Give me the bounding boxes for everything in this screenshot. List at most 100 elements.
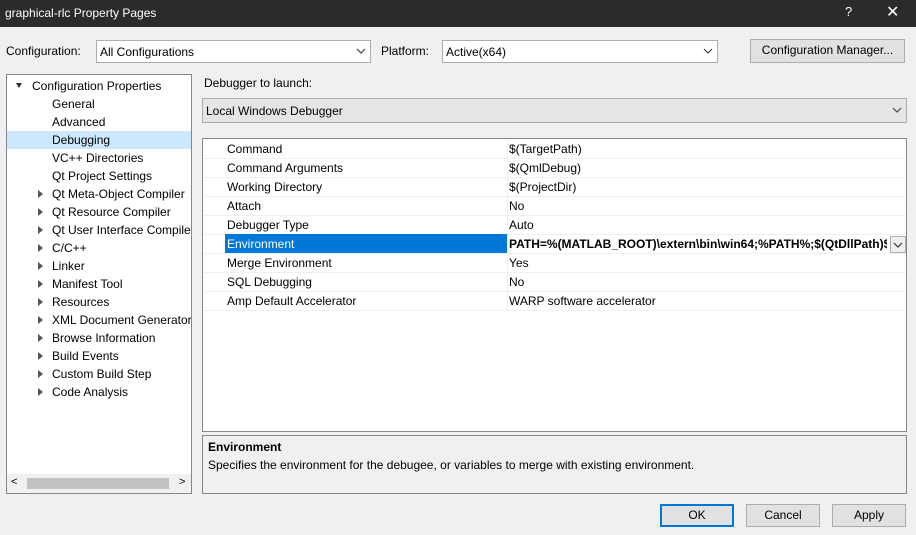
chevron-down-icon — [888, 99, 906, 122]
tree-item-label: Advanced — [52, 115, 106, 129]
property-value[interactable]: $(TargetPath) — [509, 142, 582, 156]
collapsed-triangle-icon[interactable] — [38, 388, 43, 396]
property-row[interactable]: Attach No — [203, 196, 906, 216]
property-value[interactable]: PATH=%(MATLAB_ROOT)\extern\bin\win64;%PA… — [509, 237, 887, 251]
property-row[interactable]: Working Directory $(ProjectDir) — [203, 177, 906, 197]
tree-horizontal-scrollbar[interactable]: < > — [7, 474, 191, 493]
scroll-left-arrow-icon[interactable]: < — [11, 476, 17, 488]
collapsed-triangle-icon[interactable] — [38, 334, 43, 342]
ok-button[interactable]: OK — [660, 504, 734, 527]
property-name: Merge Environment — [227, 256, 332, 270]
property-row[interactable]: Merge Environment Yes — [203, 253, 906, 273]
collapsed-triangle-icon[interactable] — [38, 316, 43, 324]
chevron-down-icon — [352, 41, 370, 62]
tree-item-vc-directories[interactable]: VC++ Directories — [7, 149, 191, 167]
tree-item-linker[interactable]: Linker — [7, 257, 191, 275]
tree-item-label: Build Events — [52, 349, 119, 363]
property-row[interactable]: SQL Debugging No — [203, 272, 906, 292]
tree-item-qt-user-interface-compiler[interactable]: Qt User Interface Compiler — [7, 221, 191, 239]
tree-item-qt-resource-compiler[interactable]: Qt Resource Compiler — [7, 203, 191, 221]
property-name: Command Arguments — [227, 161, 344, 175]
tree-item-label: Linker — [52, 259, 85, 273]
property-row[interactable]: Amp Default Accelerator WARP software acc… — [203, 291, 906, 311]
property-name: Amp Default Accelerator — [227, 294, 357, 308]
tree-item-c-c[interactable]: C/C++ — [7, 239, 191, 257]
description-title: Environment — [208, 440, 282, 454]
property-row[interactable]: Environment PATH=%(MATLAB_ROOT)\extern\bi… — [203, 234, 906, 254]
property-row[interactable]: Debugger Type Auto — [203, 215, 906, 235]
property-name: Environment — [227, 237, 295, 251]
tree-item-label: Qt User Interface Compiler — [52, 223, 192, 237]
tree-item-label: Manifest Tool — [52, 277, 123, 291]
tree-item-qt-project-settings[interactable]: Qt Project Settings — [7, 167, 191, 185]
tree-item-build-events[interactable]: Build Events — [7, 347, 191, 365]
cancel-button[interactable]: Cancel — [746, 504, 820, 527]
property-value[interactable]: No — [509, 275, 524, 289]
property-row[interactable]: Command $(TargetPath) — [203, 139, 906, 159]
description-text: Specifies the environment for the debuge… — [208, 458, 695, 472]
property-name: Command — [227, 142, 283, 156]
tree-root-configuration-properties[interactable]: Configuration Properties — [7, 77, 191, 95]
chevron-down-icon — [893, 242, 903, 248]
tree-item-label: Browse Information — [52, 331, 156, 345]
description-panel: Environment Specifies the environment fo… — [202, 435, 907, 494]
tree-item-qt-meta-object-compiler[interactable]: Qt Meta-Object Compiler — [7, 185, 191, 203]
tree-item-label: Qt Project Settings — [52, 169, 153, 183]
debugger-value: Local Windows Debugger — [206, 104, 343, 118]
tree-item-browse-information[interactable]: Browse Information — [7, 329, 191, 347]
close-button[interactable]: ✕ — [886, 2, 899, 22]
tree-item-general[interactable]: General — [7, 95, 191, 113]
platform-dropdown[interactable]: Active(x64) — [442, 40, 718, 63]
tree-item-label: Resources — [52, 295, 110, 309]
tree-item-manifest-tool[interactable]: Manifest Tool — [7, 275, 191, 293]
window-title: graphical-rlc Property Pages — [5, 6, 157, 20]
collapsed-triangle-icon[interactable] — [38, 298, 43, 306]
configuration-value: All Configurations — [100, 45, 195, 59]
tree-item-debugging[interactable]: Debugging — [7, 131, 191, 149]
property-tree: Configuration Properties General Advanced… — [6, 74, 192, 494]
collapsed-triangle-icon[interactable] — [38, 190, 43, 198]
property-value[interactable]: $(ProjectDir) — [509, 180, 576, 194]
apply-button[interactable]: Apply — [832, 504, 906, 527]
platform-value: Active(x64) — [446, 45, 507, 59]
property-value[interactable]: Yes — [509, 256, 529, 270]
property-name: Working Directory — [227, 180, 323, 194]
debugger-to-launch-label: Debugger to launch: — [204, 76, 313, 90]
property-name: Attach — [227, 199, 262, 213]
chevron-down-icon — [699, 41, 717, 62]
collapsed-triangle-icon[interactable] — [38, 226, 43, 234]
collapsed-triangle-icon[interactable] — [38, 370, 43, 378]
property-value[interactable]: WARP software accelerator — [509, 294, 656, 308]
property-row[interactable]: Command Arguments $(QmlDebug) — [203, 158, 906, 178]
tree-item-label: XML Document Generator — [52, 313, 192, 327]
debugger-dropdown[interactable]: Local Windows Debugger — [202, 98, 907, 123]
platform-label: Platform: — [381, 44, 430, 58]
tree-item-advanced[interactable]: Advanced — [7, 113, 191, 131]
scrollbar-thumb[interactable] — [27, 478, 169, 489]
property-value[interactable]: No — [509, 199, 524, 213]
property-value[interactable]: $(QmlDebug) — [509, 161, 581, 175]
collapsed-triangle-icon[interactable] — [38, 244, 43, 252]
configuration-manager-button[interactable]: Configuration Manager... — [750, 39, 905, 63]
tree-item-label: Qt Meta-Object Compiler — [52, 187, 185, 201]
tree-item-label: VC++ Directories — [52, 151, 144, 165]
environment-dropdown-button[interactable] — [890, 236, 906, 253]
help-button[interactable]: ? — [845, 4, 852, 19]
collapsed-triangle-icon[interactable] — [38, 352, 43, 360]
property-grid: Command $(TargetPath) Command Arguments $(Q… — [202, 138, 907, 432]
tree-item-label: Code Analysis — [52, 385, 129, 399]
collapsed-triangle-icon[interactable] — [38, 208, 43, 216]
collapsed-triangle-icon[interactable] — [38, 262, 43, 270]
property-value[interactable]: Auto — [509, 218, 534, 232]
tree-item-xml-document-generator[interactable]: XML Document Generator — [7, 311, 191, 329]
expanded-triangle-icon — [16, 83, 22, 88]
configuration-dropdown[interactable]: All Configurations — [96, 40, 371, 63]
tree-item-custom-build-step[interactable]: Custom Build Step — [7, 365, 191, 383]
tree-item-label: General — [52, 97, 95, 111]
scroll-right-arrow-icon[interactable]: > — [179, 476, 185, 488]
collapsed-triangle-icon[interactable] — [38, 280, 43, 288]
tree-item-label: Debugging — [52, 133, 111, 147]
tree-item-label: C/C++ — [52, 241, 87, 255]
tree-item-resources[interactable]: Resources — [7, 293, 191, 311]
tree-item-code-analysis[interactable]: Code Analysis — [7, 383, 191, 401]
